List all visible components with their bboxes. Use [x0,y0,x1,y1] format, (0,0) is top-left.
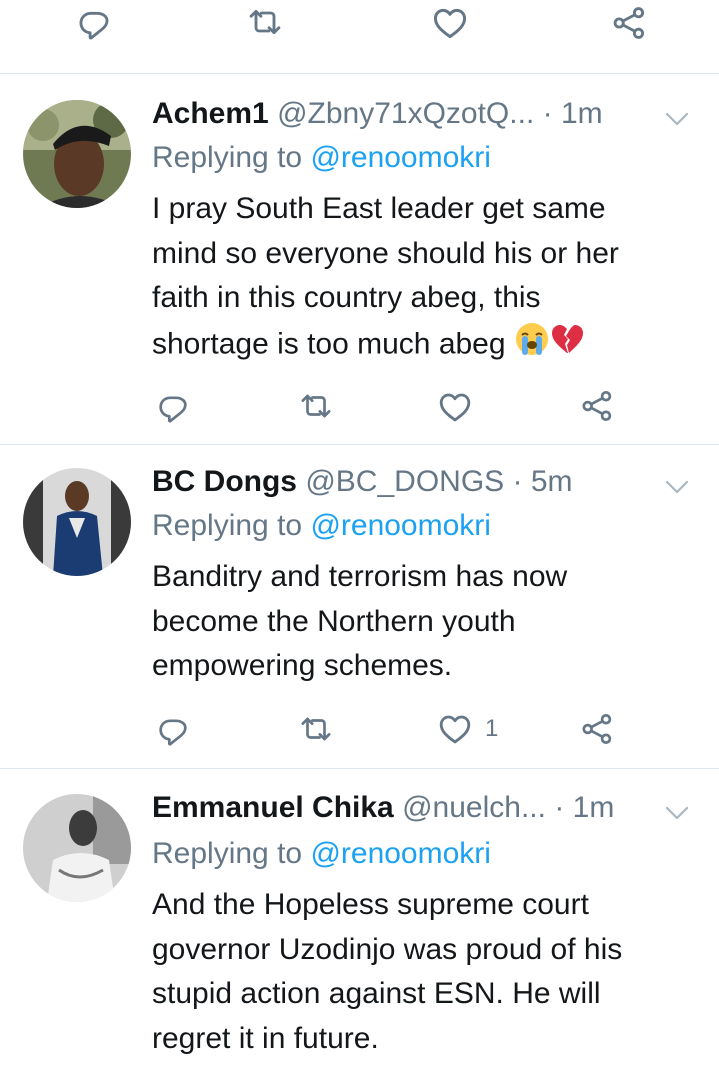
replying-to: Replying to @renoomokri [152,138,491,178]
divider [0,768,719,769]
chevron-down-icon[interactable] [662,472,692,507]
tweet-text-line: regret it in future. [152,1021,379,1055]
tweet-text-line: shortage is too much abeg [152,321,692,371]
tweet-text-line: Banditry and terrorism has now [152,560,568,593]
retweet-icon[interactable] [299,389,333,423]
timestamp: · 1m [542,97,603,130]
tweet-text: And the Hopeless supreme court governor … [152,883,692,1061]
replying-to: Replying to @renoomokri [152,834,491,874]
display-name[interactable]: BC Dongs [152,465,297,498]
tweet-header: Achem1 @Zbny71xQzotQ... · 1m [152,94,603,134]
tweet-text-line: mind so everyone should his or her [152,236,619,270]
chevron-down-icon[interactable] [662,798,692,833]
divider [0,444,719,445]
heart-icon [437,711,473,747]
share-icon[interactable] [579,711,615,747]
heart-icon[interactable] [437,389,473,425]
heart-icon[interactable] [431,4,469,42]
retweet-icon[interactable] [247,4,283,40]
display-name[interactable]: Achem1 [152,97,269,130]
like-count: 1 [485,715,499,742]
display-name[interactable]: Emmanuel Chika [152,791,394,824]
mention-link[interactable]: @renoomokri [310,141,491,174]
tweet-header: Emmanuel Chika @nuelch... · 1m [152,788,614,828]
replying-to-label: Replying to [152,141,303,174]
user-handle[interactable]: @Zbny71xQzotQ... [277,97,534,130]
mention-link[interactable]: @renoomokri [310,837,491,870]
avatar[interactable] [23,468,131,576]
user-handle[interactable]: @nuelch... [402,791,546,824]
replying-to-label: Replying to [152,837,303,870]
reply-icon[interactable] [76,4,112,40]
tweet-text-line: empowering schemes. [152,649,453,682]
tweet-text: Banditry and terrorism has now become th… [152,555,692,689]
loudly-crying-face-emoji [514,321,550,371]
tweet-card[interactable]: Achem1 @Zbny71xQzotQ... · 1m Replying to… [0,94,719,444]
timestamp: · 1m [554,791,615,824]
reply-icon[interactable] [156,389,190,423]
retweet-icon[interactable] [299,712,333,746]
tweet-text-line: governor Uzodinjo was proud of his [152,932,623,966]
tweet-card[interactable]: Emmanuel Chika @nuelch... · 1m Replying … [0,788,719,1073]
tweet-text-line: stupid action against ESN. He will [152,977,601,1010]
tweet-card[interactable]: BC Dongs @BC_DONGS · 5m Replying to @ren… [0,462,719,768]
share-icon[interactable] [610,4,648,42]
user-handle[interactable]: @BC_DONGS [305,465,504,498]
replying-to-label: Replying to [152,509,303,542]
replying-to: Replying to @renoomokri [152,506,491,546]
reply-icon[interactable] [156,712,190,746]
broken-heart-emoji [550,322,584,370]
tweet-header: BC Dongs @BC_DONGS · 5m [152,462,573,502]
previous-tweet-actions [0,0,719,60]
chevron-down-icon[interactable] [662,104,692,139]
tweet-text-line: I pray South East leader get same [152,192,606,225]
tweet-text: I pray South East leader get same mind s… [152,187,692,370]
share-icon[interactable] [579,388,615,424]
tweet-text-line: faith in this country abeg, this [152,281,541,314]
divider [0,73,719,74]
mention-link[interactable]: @renoomokri [310,509,491,542]
avatar[interactable] [23,100,131,208]
avatar[interactable] [23,794,131,902]
like-button[interactable]: 1 [437,711,498,747]
tweet-text-line: And the Hopeless supreme court [152,888,589,921]
tweet-text-line: become the Northern youth [152,604,516,638]
timestamp: · 5m [512,465,573,498]
